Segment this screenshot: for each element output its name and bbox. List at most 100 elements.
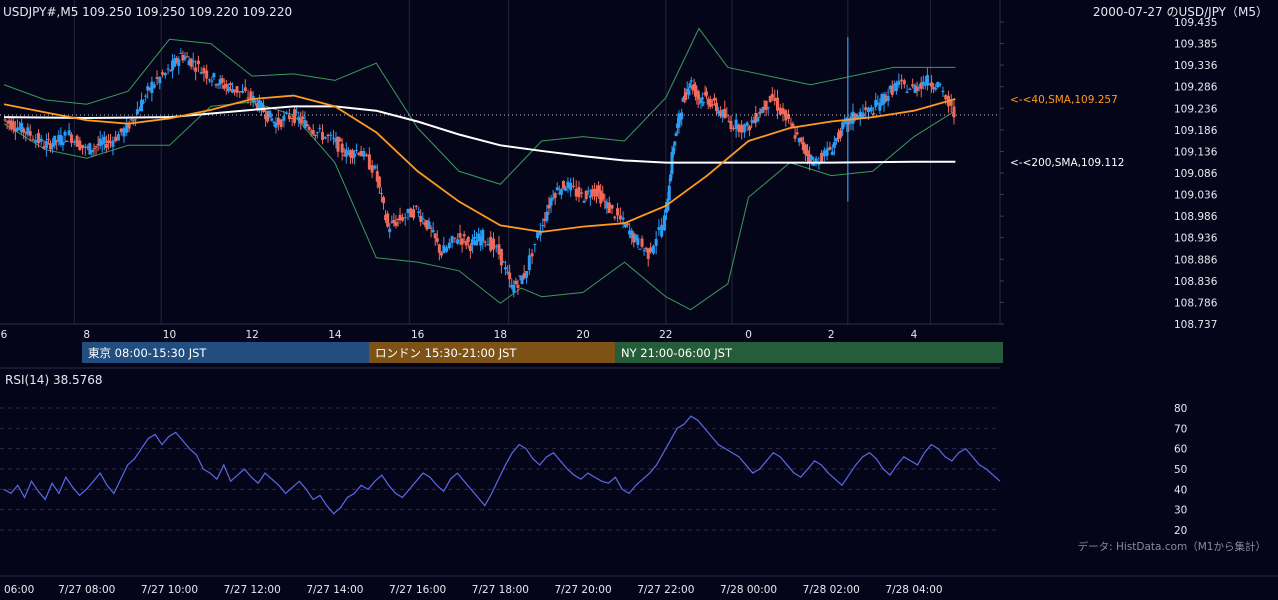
chart-title: 2000-07-27 のUSD/JPY（M5） bbox=[1093, 5, 1268, 19]
candle-body bbox=[326, 134, 330, 137]
candle-body bbox=[504, 267, 508, 270]
candle-body bbox=[161, 72, 165, 75]
time-tick-label: 7/27 10:00 bbox=[141, 584, 198, 596]
candle-body bbox=[168, 70, 172, 72]
candle-body bbox=[140, 99, 144, 112]
candle-body bbox=[638, 248, 642, 250]
candle-body bbox=[832, 142, 836, 148]
candle-body bbox=[640, 238, 644, 247]
candle-body bbox=[144, 95, 148, 97]
candle-body bbox=[196, 60, 200, 65]
candle-body bbox=[825, 148, 829, 156]
candle-body bbox=[564, 188, 568, 191]
candle-body bbox=[183, 57, 187, 60]
hour-tick-label: 16 bbox=[411, 329, 425, 341]
price-tick-label: 108.886 bbox=[1174, 254, 1218, 266]
candle-body bbox=[447, 242, 451, 249]
candle-body bbox=[657, 227, 661, 230]
candle-body bbox=[577, 187, 581, 198]
rsi-label: RSI(14) 38.5768 bbox=[5, 373, 103, 387]
candle-body bbox=[362, 151, 366, 157]
candle-body bbox=[725, 114, 729, 116]
session-label: ロンドン 15:30-21:00 JST bbox=[375, 346, 517, 360]
candle-body bbox=[710, 104, 714, 106]
candle-body bbox=[299, 118, 303, 124]
candle-body bbox=[817, 163, 821, 165]
candle-body bbox=[731, 128, 735, 130]
candle-body bbox=[569, 182, 573, 191]
candle-body bbox=[553, 193, 557, 198]
candle-body bbox=[205, 70, 209, 79]
candle-body bbox=[142, 102, 146, 104]
candle-body bbox=[421, 218, 425, 220]
price-tick-label: 109.086 bbox=[1174, 168, 1218, 180]
hour-tick-label: 14 bbox=[328, 329, 342, 341]
time-tick-label: 7/27 16:00 bbox=[389, 584, 446, 596]
candle-body bbox=[512, 284, 516, 293]
candle-body bbox=[886, 96, 890, 101]
candle-body bbox=[386, 213, 390, 227]
bollinger-lower bbox=[3, 101, 956, 311]
price-tick-label: 108.986 bbox=[1174, 211, 1218, 223]
candle-body bbox=[938, 83, 942, 85]
candle-body bbox=[580, 192, 584, 194]
candle-body bbox=[501, 261, 505, 263]
candle-body bbox=[516, 284, 520, 288]
candle-body bbox=[373, 165, 377, 169]
rsi-tick-label: 50 bbox=[1174, 464, 1187, 476]
candle-body bbox=[241, 90, 245, 93]
candle-body bbox=[243, 87, 247, 91]
candle-body bbox=[78, 140, 82, 150]
candle-body bbox=[28, 130, 32, 136]
candle-body bbox=[189, 58, 193, 67]
rsi-tick-label: 40 bbox=[1174, 484, 1187, 496]
candle-body bbox=[131, 120, 135, 122]
candle-body bbox=[353, 153, 357, 157]
candle-body bbox=[34, 139, 38, 143]
sma40-label: <-<40,SMA,109.257 bbox=[1010, 94, 1118, 106]
hour-tick-label: 0 bbox=[745, 329, 752, 341]
candle-body bbox=[618, 215, 622, 220]
candle-body bbox=[338, 139, 342, 142]
candle-body bbox=[766, 107, 770, 109]
candle-body bbox=[582, 200, 586, 203]
bollinger-bands bbox=[3, 27, 956, 311]
candle-body bbox=[654, 239, 658, 246]
candle-body bbox=[536, 232, 540, 239]
time-tick-label: 7/27 18:00 bbox=[472, 584, 529, 596]
candle-body bbox=[689, 80, 693, 82]
candle-body bbox=[63, 131, 67, 136]
candle-body bbox=[673, 141, 677, 146]
candle-body bbox=[437, 244, 441, 253]
candle-body bbox=[279, 119, 283, 128]
time-tick-label: 7/28 04:00 bbox=[885, 584, 942, 596]
candle-body bbox=[282, 115, 286, 121]
candle-body bbox=[412, 209, 415, 218]
candle-body bbox=[869, 107, 873, 112]
candle-body bbox=[944, 95, 948, 100]
candle-body bbox=[712, 97, 716, 101]
hour-tick-label: 22 bbox=[659, 329, 672, 341]
candle-body bbox=[828, 146, 832, 150]
candle-body bbox=[220, 78, 224, 83]
candle-body bbox=[81, 144, 85, 149]
hour-tick-label: 12 bbox=[245, 329, 258, 341]
candle-body bbox=[636, 237, 640, 245]
candle-body bbox=[890, 85, 894, 95]
price-tick-label: 108.786 bbox=[1174, 297, 1218, 309]
candle-body bbox=[39, 138, 43, 142]
candle-body bbox=[941, 90, 945, 93]
candle-body bbox=[527, 255, 531, 271]
rsi-line bbox=[3, 415, 1001, 515]
price-tick-label: 109.385 bbox=[1174, 39, 1217, 51]
candle-body bbox=[799, 137, 803, 142]
candle-body bbox=[810, 155, 814, 161]
candle-body bbox=[662, 215, 666, 231]
session-bar: 東京 08:00-15:30 JST ロンドン 15:30-21:00 JST NY… bbox=[82, 342, 1003, 363]
candle-body bbox=[414, 205, 418, 207]
candle-body bbox=[382, 197, 386, 204]
candle-body bbox=[864, 107, 868, 111]
candle-body bbox=[756, 117, 760, 122]
candle-body bbox=[586, 190, 590, 192]
candle-body bbox=[228, 83, 232, 86]
